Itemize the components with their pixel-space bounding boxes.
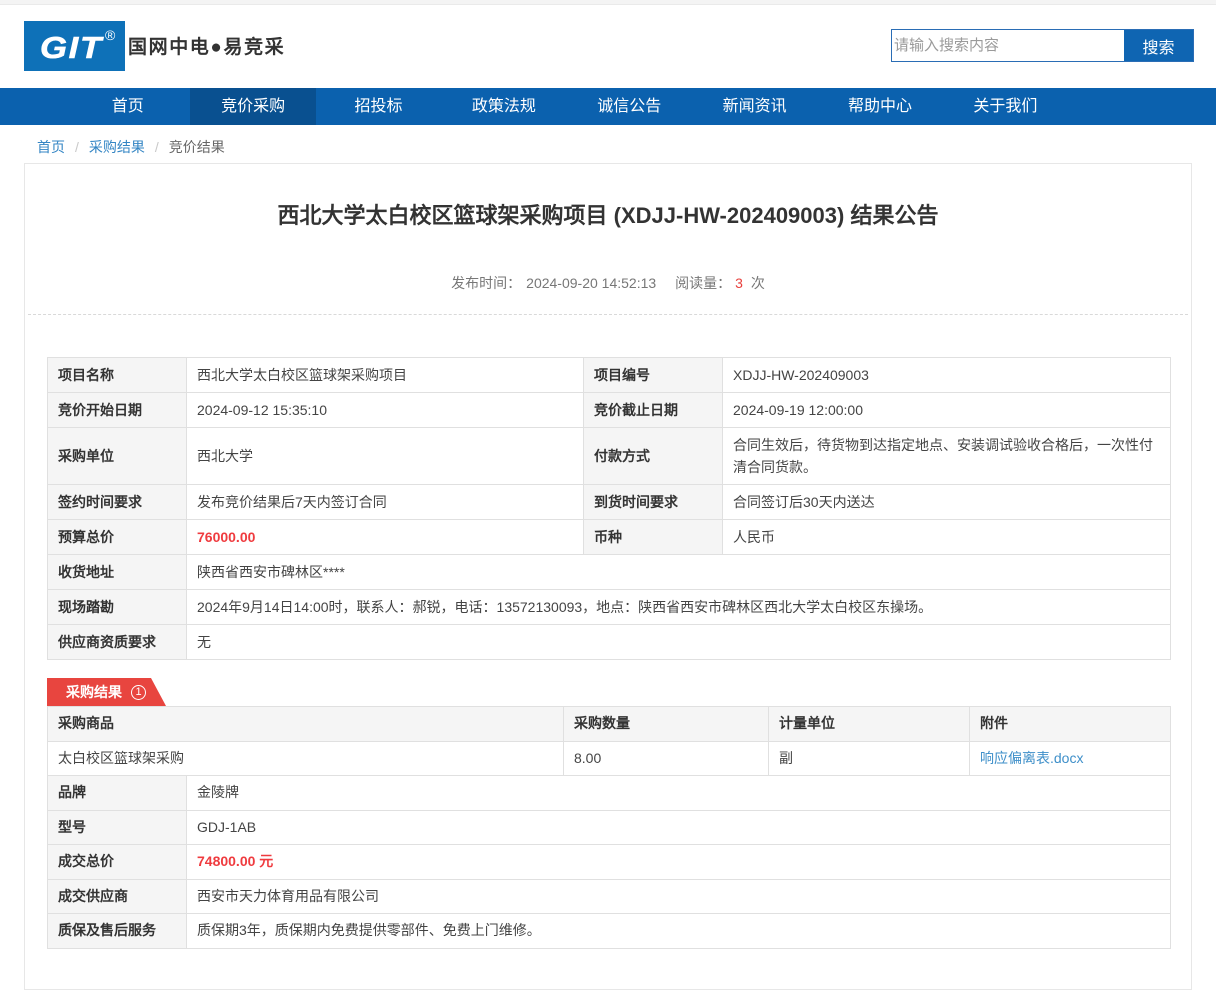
purchase-result-badge: 采购结果 1 — [47, 678, 1169, 706]
info-table-row: 预算总价76000.00币种人民币 — [48, 520, 1171, 555]
detail-label: 质保及售后服务 — [48, 914, 187, 949]
detail-value: 金陵牌 — [187, 776, 1171, 811]
breadcrumb-separator: / — [75, 139, 79, 155]
search-box: 搜索 — [891, 29, 1194, 62]
nav-item-1[interactable]: 首页 — [65, 88, 190, 125]
info-label: 采购单位 — [48, 428, 187, 485]
notice-title: 西北大学太白校区篮球架采购项目 (XDJJ-HW-202409003) 结果公告 — [25, 198, 1191, 230]
info-label: 到货时间要求 — [584, 485, 723, 520]
git-logo[interactable]: GIT ® — [24, 21, 125, 71]
nav-item-7[interactable]: 帮助中心 — [817, 88, 942, 125]
info-label: 项目编号 — [584, 358, 723, 393]
info-label: 收货地址 — [48, 555, 187, 590]
purchase-result-ribbon: 采购结果 1 — [47, 678, 166, 706]
notice-panel: 西北大学太白校区篮球架采购项目 (XDJJ-HW-202409003) 结果公告… — [24, 163, 1192, 990]
info-value: 76000.00 — [187, 520, 584, 555]
info-label: 项目名称 — [48, 358, 187, 393]
site-brand-title: 国网中电●易竞采 — [128, 32, 285, 59]
result-number-icon: 1 — [131, 685, 146, 700]
product-qty: 8.00 — [564, 741, 769, 776]
info-value: 合同生效后，待货物到达指定地点、安装调试验收合格后，一次性付清合同货款。 — [723, 428, 1171, 485]
info-value: 陕西省西安市碑林区**** — [187, 555, 1171, 590]
info-value: 西北大学 — [187, 428, 584, 485]
info-value: 2024-09-19 12:00:00 — [723, 393, 1171, 428]
breadcrumb-separator: / — [155, 139, 159, 155]
info-label: 币种 — [584, 520, 723, 555]
attachment-link[interactable]: 响应偏离表.docx — [980, 750, 1083, 766]
project-info-table: 项目名称西北大学太白校区篮球架采购项目项目编号XDJJ-HW-202409003… — [47, 357, 1171, 660]
detail-label: 型号 — [48, 810, 187, 845]
result-product-row: 太白校区篮球架采购8.00副响应偏离表.docx — [48, 741, 1171, 776]
registered-trademark-icon: ® — [105, 27, 115, 43]
info-label: 签约时间要求 — [48, 485, 187, 520]
breadcrumb-item-3: 竞价结果 — [169, 139, 225, 155]
detail-value: 74800.00 元 — [187, 845, 1171, 880]
purchase-result-table: 采购商品采购数量计量单位附件太白校区篮球架采购8.00副响应偏离表.docx品牌… — [47, 706, 1171, 949]
result-detail-row: 成交总价74800.00 元 — [48, 845, 1171, 880]
breadcrumb-item-2[interactable]: 采购结果 — [89, 139, 145, 155]
nav-item-3[interactable]: 招投标 — [316, 88, 441, 125]
result-detail-row: 型号GDJ-1AB — [48, 810, 1171, 845]
breadcrumb: 首页 / 采购结果 / 竞价结果 — [24, 125, 1192, 163]
nav-item-5[interactable]: 诚信公告 — [567, 88, 692, 125]
info-label: 付款方式 — [584, 428, 723, 485]
detail-label: 成交供应商 — [48, 879, 187, 914]
result-detail-row: 品牌金陵牌 — [48, 776, 1171, 811]
product-unit: 副 — [769, 741, 970, 776]
info-label: 竞价截止日期 — [584, 393, 723, 428]
result-detail-row: 成交供应商西安市天力体育用品有限公司 — [48, 879, 1171, 914]
publish-time-value: 2024-09-20 14:52:13 — [526, 275, 656, 291]
main-nav: 首页竞价采购招投标政策法规诚信公告新闻资讯帮助中心关于我们 — [0, 88, 1216, 125]
info-value: XDJJ-HW-202409003 — [723, 358, 1171, 393]
detail-label: 成交总价 — [48, 845, 187, 880]
info-table-row: 供应商资质要求无 — [48, 625, 1171, 660]
result-column-header: 采购商品 — [48, 707, 564, 742]
info-value: 合同签订后30天内送达 — [723, 485, 1171, 520]
dashed-divider — [28, 314, 1188, 315]
views-count: 3 — [735, 275, 743, 291]
search-input[interactable] — [892, 30, 1124, 61]
info-label: 现场踏勘 — [48, 590, 187, 625]
info-table-row: 现场踏勘2024年9月14日14:00时，联系人：郝锐，电话：135721300… — [48, 590, 1171, 625]
result-detail-row: 质保及售后服务质保期3年，质保期内免费提供零部件、免费上门维修。 — [48, 914, 1171, 949]
nav-item-4[interactable]: 政策法规 — [441, 88, 566, 125]
result-table-header-row: 采购商品采购数量计量单位附件 — [48, 707, 1171, 742]
info-label: 预算总价 — [48, 520, 187, 555]
detail-value: GDJ-1AB — [187, 810, 1171, 845]
views-unit: 次 — [751, 275, 765, 291]
notice-meta: 发布时间： 2024-09-20 14:52:13 阅读量：3 次 — [25, 273, 1191, 293]
info-value: 无 — [187, 625, 1171, 660]
info-value: 2024年9月14日14:00时，联系人：郝锐，电话：13572130093，地… — [187, 590, 1171, 625]
info-table-row: 采购单位西北大学付款方式合同生效后，待货物到达指定地点、安装调试验收合格后，一次… — [48, 428, 1171, 485]
nav-item-2[interactable]: 竞价采购 — [190, 88, 315, 125]
info-value: 西北大学太白校区篮球架采购项目 — [187, 358, 584, 393]
info-label: 竞价开始日期 — [48, 393, 187, 428]
result-column-header: 计量单位 — [769, 707, 970, 742]
breadcrumb-item-1[interactable]: 首页 — [37, 139, 65, 155]
views-label: 阅读量： — [675, 275, 731, 291]
info-value: 2024-09-12 15:35:10 — [187, 393, 584, 428]
detail-value: 西安市天力体育用品有限公司 — [187, 879, 1171, 914]
info-table-row: 项目名称西北大学太白校区篮球架采购项目项目编号XDJJ-HW-202409003 — [48, 358, 1171, 393]
nav-item-6[interactable]: 新闻资讯 — [692, 88, 817, 125]
info-value: 发布竞价结果后7天内签订合同 — [187, 485, 584, 520]
info-table-row: 签约时间要求发布竞价结果后7天内签订合同到货时间要求合同签订后30天内送达 — [48, 485, 1171, 520]
nav-item-8[interactable]: 关于我们 — [943, 88, 1068, 125]
info-table-row: 收货地址陕西省西安市碑林区**** — [48, 555, 1171, 590]
info-value: 人民币 — [723, 520, 1171, 555]
product-attachment-cell: 响应偏离表.docx — [970, 741, 1171, 776]
result-column-header: 附件 — [970, 707, 1171, 742]
info-label: 供应商资质要求 — [48, 625, 187, 660]
git-logo-text: GIT — [40, 30, 103, 66]
detail-label: 品牌 — [48, 776, 187, 811]
purchase-result-label: 采购结果 — [66, 682, 122, 702]
info-table-row: 竞价开始日期2024-09-12 15:35:10竞价截止日期2024-09-1… — [48, 393, 1171, 428]
result-column-header: 采购数量 — [564, 707, 769, 742]
site-header: GIT ® 国网中电●易竞采 搜索 — [0, 5, 1216, 88]
publish-time-label: 发布时间： — [451, 275, 521, 291]
product-name: 太白校区篮球架采购 — [48, 741, 564, 776]
detail-value: 质保期3年，质保期内免费提供零部件、免费上门维修。 — [187, 914, 1171, 949]
search-button[interactable]: 搜索 — [1124, 30, 1193, 61]
